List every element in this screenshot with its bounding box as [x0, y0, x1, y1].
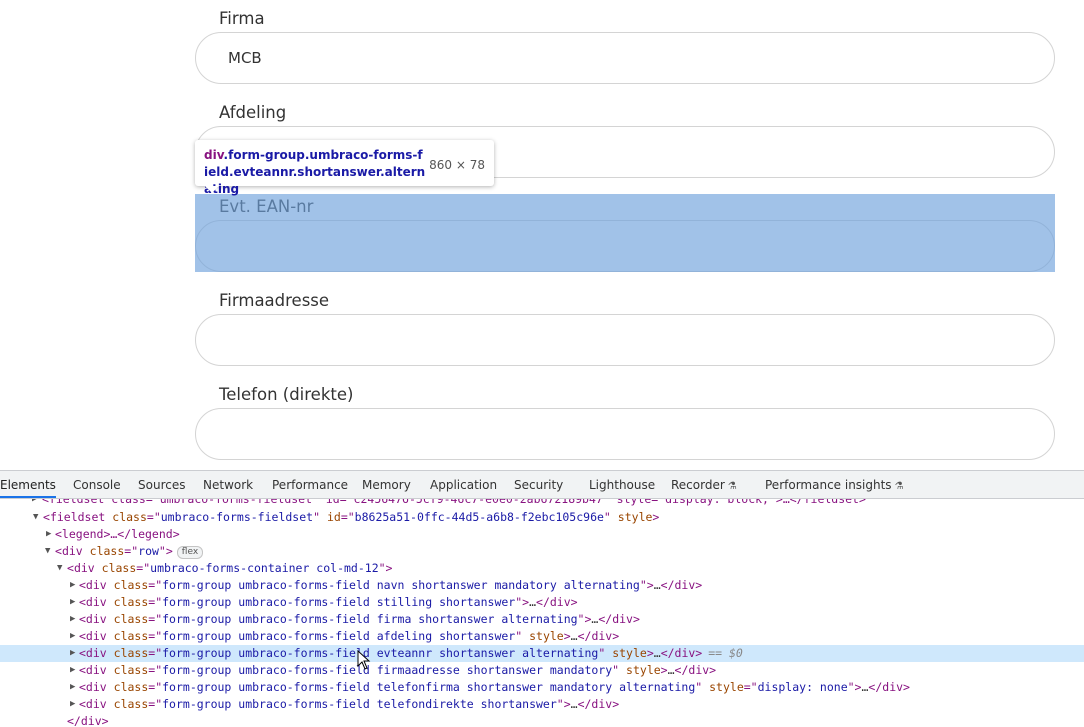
dom-node-code: <div class="form-group umbraco-forms-fie…: [79, 680, 910, 694]
dom-node-line[interactable]: ▶ <div class="form-group umbraco-forms-f…: [0, 679, 1084, 696]
dom-node-code: <div class="form-group umbraco-forms-fie…: [79, 578, 703, 592]
afdeling-label: Afdeling: [219, 103, 287, 122]
tab-lighthouse[interactable]: Lighthouse: [589, 471, 655, 498]
tab-memory[interactable]: Memory: [362, 471, 411, 498]
experimental-flask-icon: ⚗: [894, 481, 904, 492]
inspect-tooltip-selector: div.form-group.umbraco-forms-field.evtea…: [204, 147, 426, 198]
experimental-flask-icon: ⚗: [727, 481, 737, 492]
tab-recorder-label: Recorder: [671, 478, 725, 492]
inspect-tooltip-size: 860 × 78: [429, 158, 485, 172]
tab-security[interactable]: Security: [514, 471, 563, 498]
expand-triangle-icon[interactable]: ▶: [70, 662, 75, 679]
expand-triangle-icon[interactable]: ▶: [70, 679, 75, 696]
ean-input[interactable]: [195, 220, 1055, 272]
expand-triangle-icon[interactable]: ▶: [70, 577, 75, 594]
ean-field: Evt. EAN-nr: [195, 196, 1055, 274]
tab-recorder[interactable]: Recorder ⚗: [671, 471, 737, 498]
dom-node-line[interactable]: ▶ <div class="form-group umbraco-forms-f…: [0, 662, 1084, 679]
dom-node-code: <div class="form-group umbraco-forms-fie…: [79, 646, 743, 660]
dom-node-code: <div class="form-group umbraco-forms-fie…: [79, 629, 620, 643]
tab-performance-insights[interactable]: Performance insights ⚗: [765, 471, 904, 498]
collapse-triangle-icon[interactable]: ▼: [33, 509, 38, 526]
dom-node-line[interactable]: ▶ <div class="form-group umbraco-forms-f…: [0, 696, 1084, 713]
tab-network[interactable]: Network: [203, 471, 253, 498]
dom-node-code: <div class="form-group umbraco-forms-fie…: [79, 663, 717, 677]
firmaadresse-field: Firmaadresse: [195, 290, 1055, 368]
firmaadresse-input[interactable]: [195, 314, 1055, 366]
firma-input[interactable]: MCB: [195, 32, 1055, 84]
tab-performance-insights-label: Performance insights: [765, 478, 892, 492]
dom-node-code: <fieldset class="umbraco-forms-fieldset"…: [42, 499, 866, 506]
dom-node-code: <div class="form-group umbraco-forms-fie…: [79, 697, 620, 711]
dom-node-line[interactable]: </div>: [0, 713, 1084, 727]
telefon-direkte-input[interactable]: [195, 408, 1055, 460]
dom-node-line[interactable]: ▼ <fieldset class="umbraco-forms-fieldse…: [0, 509, 1084, 526]
expand-triangle-icon[interactable]: ▶: [70, 696, 75, 713]
expand-triangle-icon[interactable]: ▶: [70, 611, 75, 628]
dom-node-line[interactable]: ▼ <div class="umbraco-forms-container co…: [0, 560, 1084, 577]
web-page: Firma MCB Afdeling Evt. EAN-nr Firmaadre…: [0, 0, 1084, 470]
firma-input-value: MCB: [228, 49, 262, 67]
dom-node-code: <div class="form-group umbraco-forms-fie…: [79, 595, 578, 609]
firma-label: Firma: [219, 9, 265, 28]
mouse-cursor-icon: [357, 650, 371, 670]
collapse-triangle-icon[interactable]: ▼: [45, 543, 50, 560]
expand-triangle-icon[interactable]: ▶: [70, 594, 75, 611]
dom-node-line[interactable]: ▶ <div class="form-group umbraco-forms-f…: [0, 628, 1084, 645]
tab-sources[interactable]: Sources: [138, 471, 185, 498]
expand-triangle-icon[interactable]: ▶: [70, 645, 75, 662]
inspect-tooltip-classes: .form-group.umbraco-forms-field.evteannr…: [204, 148, 426, 196]
expand-triangle-icon[interactable]: ▶: [70, 628, 75, 645]
dom-node-line[interactable]: ▶ <div class="form-group umbraco-forms-f…: [0, 577, 1084, 594]
devtools-panel: Elements Console Sources Network Perform…: [0, 470, 1084, 727]
firma-field: Firma MCB: [195, 8, 1055, 86]
dom-node-code: <div class="umbraco-forms-container col-…: [67, 561, 393, 575]
expand-triangle-icon[interactable]: ▶: [32, 499, 37, 508]
dom-node-code: <legend>…</legend>: [55, 527, 180, 541]
telefon-direkte-field: Telefon (direkte): [195, 384, 1055, 462]
flex-badge[interactable]: flex: [176, 546, 204, 559]
dom-node-line[interactable]: ▶ <div class="form-group umbraco-forms-f…: [0, 611, 1084, 628]
collapse-triangle-icon[interactable]: ▼: [57, 560, 62, 577]
ean-label: Evt. EAN-nr: [219, 197, 314, 216]
dom-node-line[interactable]: ▶ <fieldset class="umbraco-forms-fieldse…: [0, 499, 1084, 508]
inspect-tooltip-tag: div: [204, 148, 224, 162]
dom-node-line-selected[interactable]: ▶ <div class="form-group umbraco-forms-f…: [0, 645, 1084, 662]
dom-node-line[interactable]: ▼ <div class="row"> flex: [0, 543, 1084, 560]
firmaadresse-label: Firmaadresse: [219, 291, 330, 310]
telefon-direkte-label: Telefon (direkte): [219, 385, 354, 404]
dom-node-line[interactable]: ▶ <legend>…</legend>: [0, 526, 1084, 543]
dom-node-line[interactable]: ▶ <div class="form-group umbraco-forms-f…: [0, 594, 1084, 611]
dom-tree: ▶ <fieldset class="umbraco-forms-fieldse…: [0, 499, 1084, 727]
dom-node-code: <div class="row"> flex: [55, 543, 204, 560]
dom-node-code: </div>: [67, 714, 109, 727]
expand-triangle-icon[interactable]: ▶: [46, 526, 51, 543]
inspect-tooltip: div.form-group.umbraco-forms-field.evtea…: [195, 140, 494, 196]
tab-application[interactable]: Application: [430, 471, 497, 498]
devtools-tab-bar: Elements Console Sources Network Perform…: [0, 471, 1084, 499]
tab-console[interactable]: Console: [73, 471, 121, 498]
tab-elements[interactable]: Elements: [0, 471, 56, 498]
dom-node-code: <fieldset class="umbraco-forms-fieldset"…: [43, 510, 660, 524]
tab-performance[interactable]: Performance: [272, 471, 348, 498]
dom-node-code: <div class="form-group umbraco-forms-fie…: [79, 612, 640, 626]
selected-node-marker: == $0: [708, 646, 743, 660]
